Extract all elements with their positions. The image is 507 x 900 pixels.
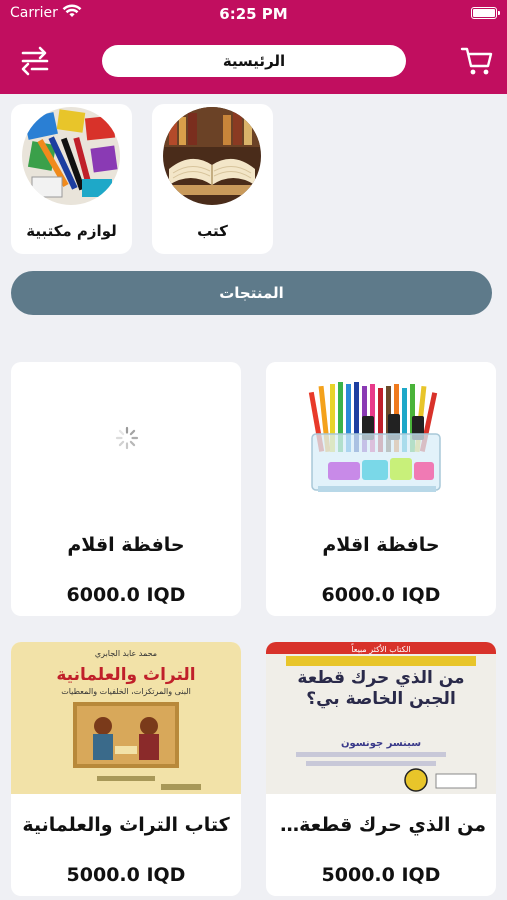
book-cover-subtitle: البنى والمرتكزات، الخلفيات والمعطيات: [61, 687, 191, 696]
product-price: 5000.0 IQD: [321, 864, 441, 886]
status-time: 6:25 PM: [219, 5, 288, 23]
book-author: سبنسر جونسون: [341, 738, 421, 749]
product-name: حافظة اقلام: [322, 534, 440, 556]
products-section-bar[interactable]: المنتجات: [11, 271, 492, 315]
book-cover-title: التراث والعلمانية: [56, 665, 195, 685]
page-title: الرئيسية: [102, 45, 406, 77]
product-name: كتاب التراث والعلمانية: [22, 814, 230, 836]
product-name: حافظة اقلام: [67, 534, 185, 556]
book-author: محمد عابد الجابري: [95, 649, 157, 658]
product-price: 5000.0 IQD: [66, 864, 186, 886]
top-navbar: الرئيسية: [0, 28, 507, 94]
product-card[interactable]: حافظة اقلام 6000.0 IQD: [266, 362, 496, 616]
book-cover-title: من الذي حرك قطعة الجبن الخاصة بي؟: [297, 668, 465, 709]
battery-icon: [471, 7, 500, 19]
product-card[interactable]: حافظة اقلام 6000.0 IQD: [11, 362, 241, 616]
books-photo: [163, 107, 261, 205]
category-card-books[interactable]: كتب: [152, 104, 273, 254]
product-price: 6000.0 IQD: [66, 584, 186, 606]
status-bar: Carrier 6:25 PM: [0, 0, 507, 28]
product-name: من الذي حرك قطعة ا...: [266, 814, 486, 836]
cart-icon[interactable]: [460, 45, 494, 77]
category-label: لوازم مكتبية: [26, 222, 117, 240]
book-cover-heritage: محمد عابد الجابري التراث والعلمانية البن…: [11, 642, 241, 794]
product-card[interactable]: محمد عابد الجابري التراث والعلمانية البن…: [11, 642, 241, 896]
book-cover-cheese: الكتاب الأكثر مبيعاً من الذي حرك قطعة ال…: [266, 642, 496, 794]
menu-swap-icon[interactable]: [20, 46, 50, 76]
stationery-photo: [22, 107, 120, 205]
book-banner-text: الكتاب الأكثر مبيعاً: [350, 643, 410, 654]
product-card[interactable]: الكتاب الأكثر مبيعاً من الذي حرك قطعة ال…: [266, 642, 496, 896]
category-label: كتب: [197, 222, 228, 240]
product-price: 6000.0 IQD: [321, 584, 441, 606]
product-image-loading: [11, 362, 241, 514]
pencil-holder-photo: [266, 362, 496, 514]
category-card-stationery[interactable]: لوازم مكتبية: [11, 104, 132, 254]
loading-spinner-icon: [115, 426, 139, 450]
